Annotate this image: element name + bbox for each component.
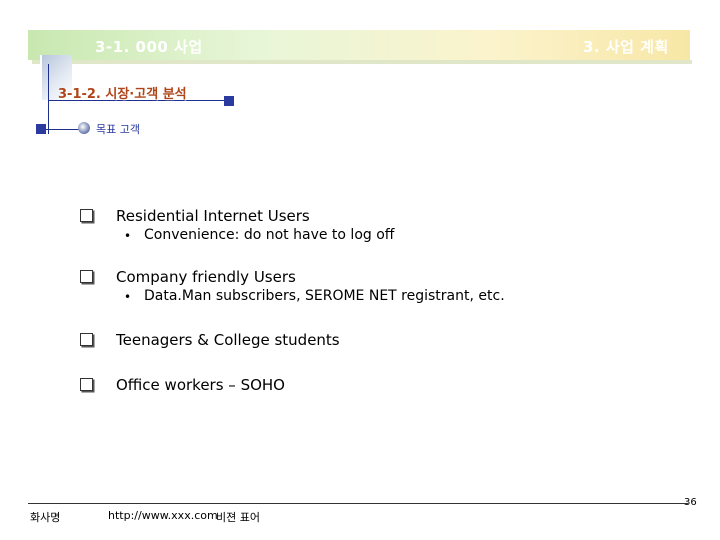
sub-bullet-icon: • — [124, 290, 132, 304]
header-banner-shadow — [32, 60, 692, 64]
list-item-title: Office workers – SOHO — [116, 376, 285, 394]
list-item-title: Teenagers & College students — [116, 331, 340, 349]
checkbox-bullet-icon — [80, 333, 93, 346]
target-customer-label: 목표 고객 — [96, 123, 140, 136]
decor-square-top — [224, 96, 234, 106]
footer-company: 화사명 — [30, 511, 61, 524]
chapter-title: 3. 사업 계획 — [583, 38, 669, 56]
footer-divider — [28, 503, 688, 504]
checkbox-bullet-icon — [80, 270, 93, 283]
checkbox-bullet-icon — [80, 378, 93, 391]
list-item-detail: Data.Man subscribers, SEROME NET registr… — [144, 288, 505, 304]
decor-vertical-line — [48, 64, 49, 134]
subsection-title: 3-1-2. 시장·고객 분석 — [58, 87, 187, 102]
decor-square-left — [36, 124, 46, 134]
list-item-title: Residential Internet Users — [116, 207, 310, 225]
list-item-title: Company friendly Users — [116, 268, 296, 286]
sub-bullet-icon: • — [124, 229, 132, 243]
list-item-detail: Convenience: do not have to log off — [144, 227, 395, 243]
page-number: 36 — [684, 497, 697, 508]
circle-bullet-icon — [78, 122, 90, 134]
footer-url-link[interactable]: http://www.xxx.com — [108, 509, 218, 522]
checkbox-bullet-icon — [80, 209, 93, 222]
footer-vision-slogan: 비젼 표어 — [216, 511, 260, 524]
section-title: 3-1. 000 사업 — [95, 38, 203, 56]
